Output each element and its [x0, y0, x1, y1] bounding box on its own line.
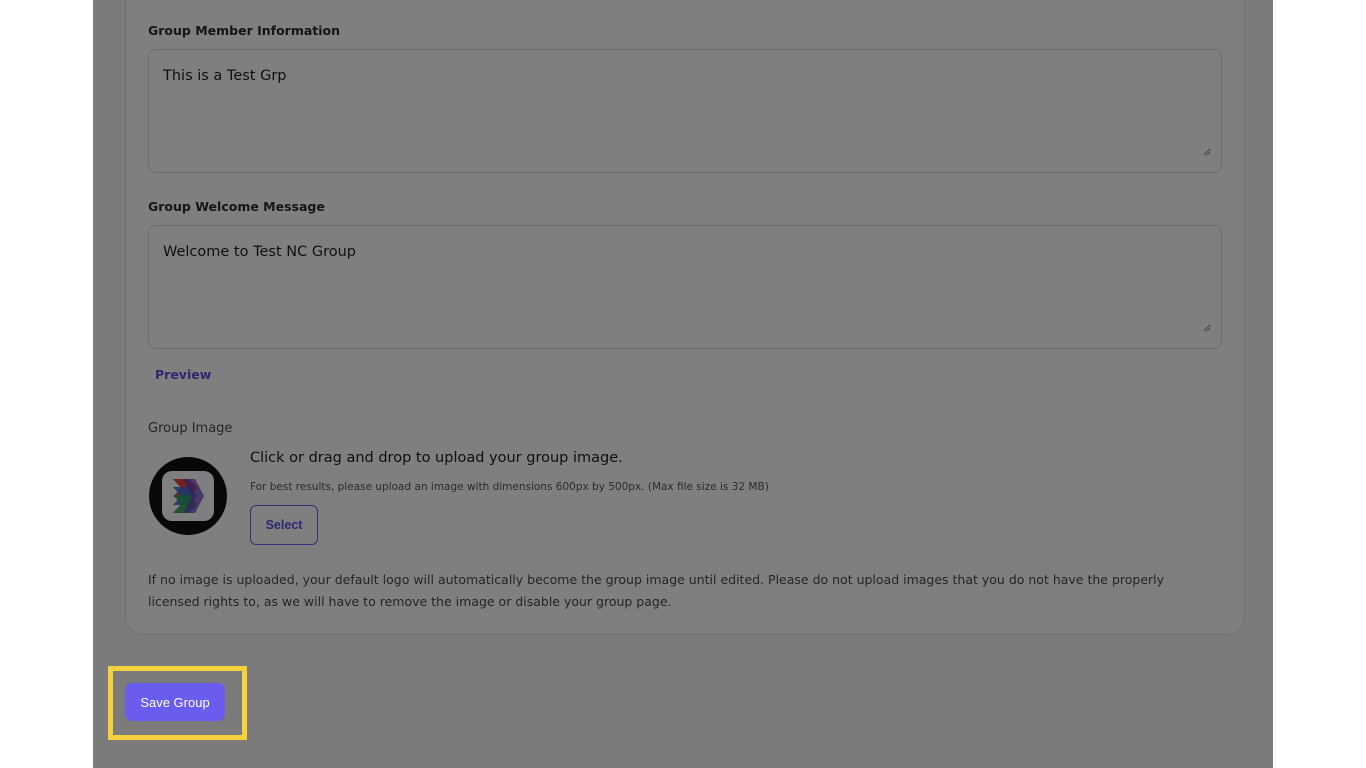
group-image-note: If no image is uploaded, your default lo… — [148, 572, 1165, 609]
resize-handle-icon[interactable] — [1203, 148, 1211, 156]
welcome-message-value: Welcome to Test NC Group — [163, 244, 356, 260]
group-image-label: Group Image — [148, 421, 233, 436]
member-info-value: This is a Test Grp — [163, 68, 287, 84]
preview-link[interactable]: Preview — [155, 367, 211, 382]
resize-handle-icon[interactable] — [1203, 324, 1211, 332]
member-info-textarea[interactable]: This is a Test Grp — [148, 49, 1222, 173]
member-info-label: Group Member Information — [148, 23, 341, 38]
welcome-message-label: Group Welcome Message — [148, 199, 325, 214]
save-group-button[interactable]: Save Group — [125, 683, 225, 721]
select-image-button[interactable]: Select — [250, 505, 318, 545]
page: Group Member Information This is a Test … — [93, 0, 1273, 768]
group-avatar — [149, 457, 227, 535]
welcome-message-textarea[interactable]: Welcome to Test NC Group — [148, 225, 1222, 349]
upload-title: Click or drag and drop to upload your gr… — [250, 450, 623, 466]
upload-hint: For best results, please upload an image… — [250, 481, 769, 493]
screen: Group Member Information This is a Test … — [0, 0, 1366, 768]
group-logo-icon — [162, 471, 214, 521]
